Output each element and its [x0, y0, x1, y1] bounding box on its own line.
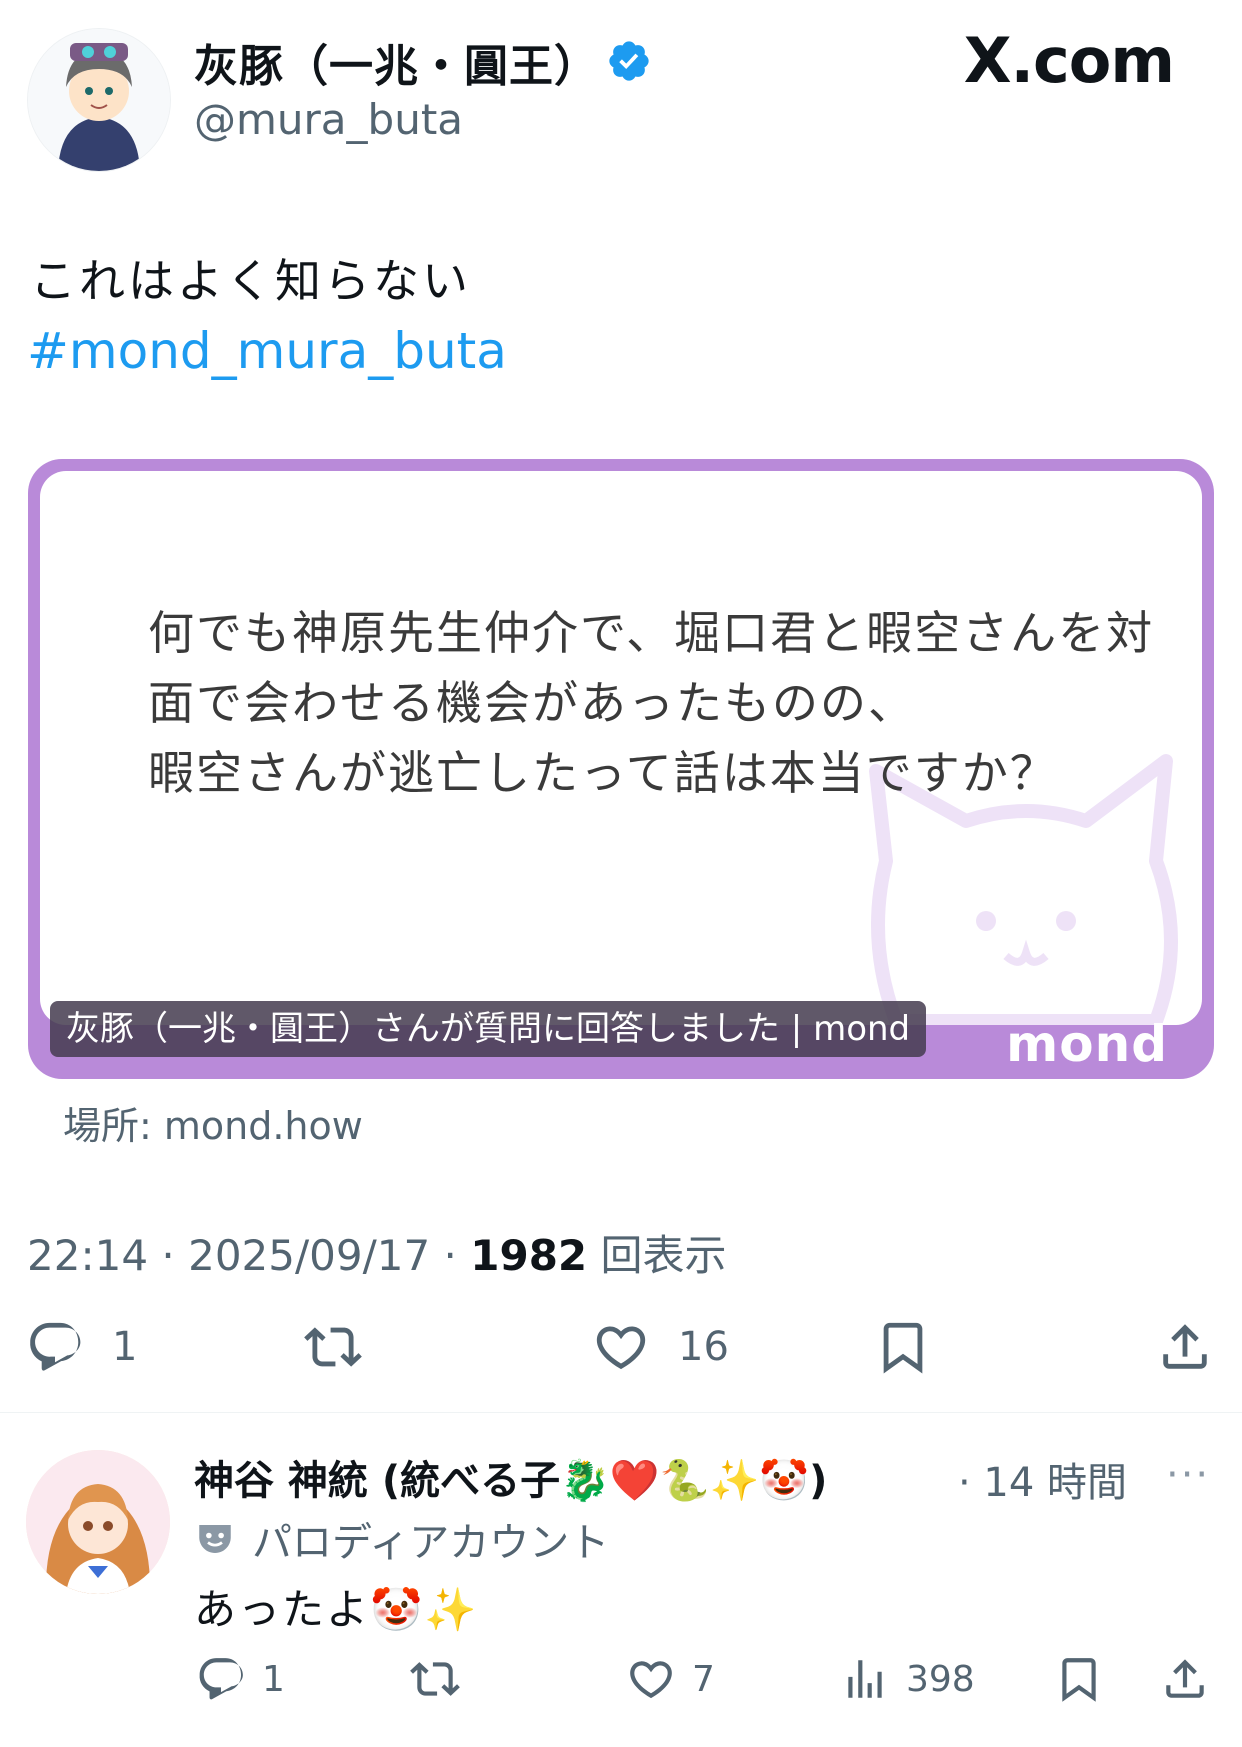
heart-icon: [630, 1661, 672, 1699]
tweet-meta: 22:14 · 2025/09/17 · 1982 回表示: [27, 1231, 727, 1280]
like-count: 16: [678, 1324, 729, 1370]
author-handle[interactable]: @mura_buta: [194, 95, 463, 144]
x-logo: X.com: [963, 24, 1175, 97]
mond-card[interactable]: 何でも神原先生仲介で、堀口君と暇空さんを対 面で会わせる機会があったものの、 暇…: [28, 459, 1214, 1079]
card-location[interactable]: 場所: mond.how: [63, 1095, 363, 1150]
reply-like-button[interactable]: 7: [626, 1654, 715, 1704]
share-button[interactable]: [1156, 1318, 1214, 1376]
reply-icon: [30, 1322, 81, 1371]
hashtag-link[interactable]: #mond_mura_buta: [27, 322, 507, 380]
reply-icon: [199, 1658, 243, 1700]
reply-bookmark-button[interactable]: [1054, 1654, 1104, 1704]
reply-time[interactable]: · 14 時間: [958, 1450, 1127, 1508]
bookmark-icon: [1062, 1658, 1096, 1702]
reply-text: あったよ🤡✨: [194, 1585, 479, 1634]
bookmark-icon: [883, 1322, 923, 1374]
reply-reply-button[interactable]: 1: [196, 1654, 285, 1704]
reply-reply-count: 1: [262, 1658, 285, 1700]
reply-like-count: 7: [692, 1658, 715, 1700]
retweet-icon: [410, 1662, 460, 1696]
question-line-3: 暇空さんが逃亡したって話は本当ですか？: [148, 746, 1058, 800]
analytics-icon: [848, 1660, 882, 1698]
share-icon: [1163, 1324, 1207, 1369]
reply-retweet-button[interactable]: [410, 1654, 476, 1704]
heart-icon: [596, 1326, 646, 1370]
reply-count: 1: [112, 1324, 138, 1370]
author-name[interactable]: 灰豚（一兆・圓王）: [194, 30, 599, 94]
parody-label-text: パロディアカウント: [252, 1520, 610, 1566]
author-avatar[interactable]: [27, 28, 171, 172]
question-line-1: 何でも神原先生仲介で、堀口君と暇空さんを対: [148, 606, 1155, 660]
reply-share-button[interactable]: [1160, 1654, 1210, 1704]
view-count: 1982: [470, 1231, 588, 1280]
reply-author-avatar[interactable]: [26, 1450, 170, 1594]
reply-views-button[interactable]: 398: [840, 1654, 975, 1704]
retweet-button[interactable]: [304, 1318, 390, 1376]
bookmark-button[interactable]: [874, 1318, 932, 1376]
like-button[interactable]: 16: [592, 1318, 729, 1376]
share-icon: [1166, 1659, 1204, 1698]
tweet-date[interactable]: 2025/09/17: [188, 1231, 430, 1280]
reply-view-count: 398: [906, 1658, 975, 1700]
question-line-2: 面で会わせる機会があったものの、: [148, 676, 916, 730]
divider: [0, 1412, 1242, 1413]
tweet-text: これはよく知らない: [30, 254, 471, 308]
retweet-icon: [304, 1327, 362, 1367]
reply-button[interactable]: 1: [26, 1318, 137, 1376]
parody-label: パロディアカウント: [194, 1510, 609, 1568]
verified-badge-icon: [609, 41, 649, 81]
mond-logo: mond: [1006, 1015, 1168, 1073]
reply-author-name[interactable]: 神谷 神統 (統べる子🐉❤️🐍✨🤡): [194, 1448, 827, 1506]
card-content: 何でも神原先生仲介で、堀口君と暇空さんを対 面で会わせる機会があったものの、 暇…: [40, 471, 1202, 1025]
card-caption: 灰豚（一兆・圓王）さんが質問に回答しました | mond: [50, 1001, 927, 1057]
view-label: 回表示: [600, 1231, 727, 1280]
parody-mask-icon: [199, 1525, 231, 1553]
tweet-time[interactable]: 22:14: [27, 1231, 148, 1280]
more-options-icon[interactable]: ···: [1166, 1452, 1210, 1498]
